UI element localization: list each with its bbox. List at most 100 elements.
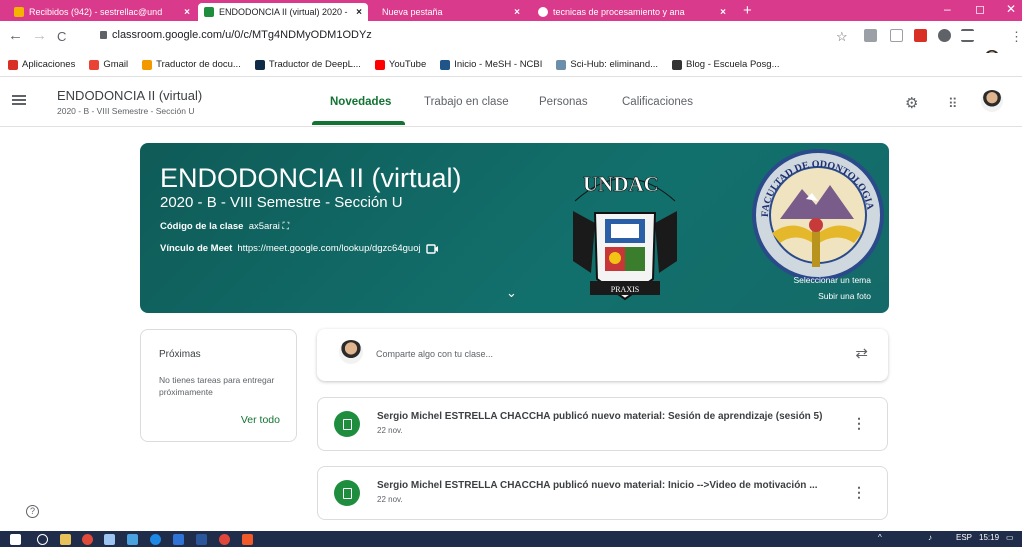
bookmark-translator-docs[interactable]: Traductor de docu... [142, 59, 241, 70]
notifications-icon[interactable]: ▭ [1006, 533, 1014, 542]
bookmark-label: Blog - Escuela Posg... [686, 59, 780, 70]
scihub-icon [556, 59, 567, 70]
bookmark-label: Aplicaciones [22, 59, 76, 70]
tab-title: Nueva pestaña [382, 7, 443, 17]
video-camera-icon[interactable] [425, 243, 439, 254]
back-button[interactable]: ← [8, 27, 23, 44]
fullscreen-icon[interactable]: ⛶ [283, 221, 290, 232]
chrome-icon[interactable] [82, 534, 93, 545]
post-date: 22 nov. [377, 495, 403, 504]
bookmarks-bar: Aplicaciones Gmail Traductor de docu... … [0, 53, 1022, 77]
deepl-icon [254, 59, 265, 70]
meet-link-label: Vínculo de Meet [160, 243, 233, 254]
bookmark-mesh[interactable]: Inicio - MeSH - NCBI [440, 59, 542, 70]
announcement-composer[interactable]: Comparte algo con tu clase... ⇄ [317, 329, 888, 381]
tab-classwork[interactable]: Trabajo en clase [424, 96, 509, 108]
maximize-button[interactable]: ◻ [975, 2, 985, 16]
browser-tab-classroom[interactable]: ENDODONCIA II (virtual) 2020 - × [198, 3, 368, 21]
classroom-favicon-icon [204, 7, 214, 17]
repost-icon[interactable]: ⇄ [855, 344, 868, 362]
university-crest-logo: UNDAC PRAXIS [573, 172, 677, 301]
bookmark-youtube[interactable]: YouTube [374, 59, 426, 70]
post-title[interactable]: Sergio Michel ESTRELLA CHACCHA publicó n… [377, 411, 822, 422]
bookmark-label: Traductor de docu... [156, 59, 241, 70]
view-all-link[interactable]: Ver todo [241, 414, 280, 426]
extension-icon[interactable] [864, 29, 877, 42]
close-window-button[interactable]: ✕ [1006, 2, 1016, 16]
browser-tab-google-search[interactable]: tecnicas de procesamiento y ana × [532, 3, 732, 21]
tray-chevron-icon[interactable]: ^ [878, 533, 882, 542]
expand-chevron-icon[interactable]: ⌄ [506, 285, 517, 301]
help-icon[interactable]: ? [26, 505, 39, 518]
chrome-icon[interactable] [219, 534, 230, 545]
meet-link-url[interactable]: https://meet.google.com/lookup/dgzc64guo… [237, 243, 420, 254]
reading-list-icon[interactable] [961, 29, 974, 42]
minimize-button[interactable]: – [944, 2, 951, 16]
upload-photo-link[interactable]: Subir una foto [818, 291, 871, 301]
app-icon[interactable] [173, 534, 184, 545]
faculty-seal-logo: FACULTAD DE ODONTOLOGIA [752, 149, 884, 281]
post-title[interactable]: Sergio Michel ESTRELLA CHACCHA publicó n… [377, 480, 818, 491]
tab-title: ENDODONCIA II (virtual) 2020 - [219, 7, 348, 17]
account-avatar[interactable] [981, 90, 1003, 112]
puzzle-icon[interactable] [938, 29, 951, 42]
class-name[interactable]: ENDODONCIA II (virtual) [57, 88, 202, 103]
volume-icon[interactable]: ♪ [928, 533, 932, 542]
lock-icon [100, 31, 107, 39]
store-icon[interactable] [60, 534, 71, 545]
upcoming-empty-message: No tienes tareas para entregar próximame… [159, 375, 275, 397]
bookmark-label: Traductor de DeepL... [268, 59, 361, 70]
more-options-icon[interactable]: ⋮ [852, 415, 866, 432]
reload-button[interactable]: C [57, 29, 66, 44]
class-section: 2020 - B - VIII Semestre - Sección U [57, 106, 195, 116]
extension-icon[interactable] [914, 29, 927, 42]
url-field[interactable]: classroom.google.com/u/0/c/MTg4NDMyODM1O… [100, 29, 372, 41]
upcoming-title: Próximas [159, 349, 201, 360]
browser-menu-icon[interactable]: ⋮ [1010, 29, 1022, 45]
bookmark-deepl[interactable]: Traductor de DeepL... [254, 59, 361, 70]
windows-start-icon[interactable] [10, 534, 21, 545]
main-menu-icon[interactable] [12, 93, 26, 107]
mail-icon[interactable] [104, 534, 115, 545]
tab-grades[interactable]: Calificaciones [622, 96, 693, 108]
app-icon[interactable] [242, 534, 253, 545]
bookmark-star-icon[interactable]: ☆ [836, 29, 848, 45]
more-options-icon[interactable]: ⋮ [852, 484, 866, 501]
post-date: 22 nov. [377, 426, 403, 435]
composer-placeholder[interactable]: Comparte algo con tu clase... [376, 349, 493, 359]
photos-icon[interactable] [127, 534, 138, 545]
browser-tab-gmail[interactable]: Recibidos (942) - sestrellac@und × [8, 3, 196, 21]
gmail-icon [89, 59, 100, 70]
settings-gear-icon[interactable]: ⚙ [905, 94, 918, 112]
class-code-value[interactable]: ax5arai [249, 221, 280, 232]
translate-icon [142, 59, 153, 70]
search-icon[interactable] [37, 534, 48, 545]
new-tab-button[interactable]: + [743, 2, 752, 19]
bookmark-scihub[interactable]: Sci-Hub: eliminand... [556, 59, 658, 70]
tab-people[interactable]: Personas [539, 96, 588, 108]
apps-grid-icon[interactable]: ⠿ [948, 96, 958, 112]
bookmark-blog[interactable]: Blog - Escuela Posg... [672, 59, 780, 70]
meet-link: Vínculo de Meet https://meet.google.com/… [160, 243, 439, 254]
close-tab-icon[interactable]: × [514, 7, 520, 18]
browser-tab-new[interactable]: Nueva pestaña × [376, 3, 526, 21]
material-icon [334, 480, 360, 506]
windows-taskbar: ^ ♪ ESP 15:19 ▭ [0, 531, 1022, 547]
user-avatar [339, 340, 363, 364]
word-icon[interactable] [196, 534, 207, 545]
bookmark-gmail[interactable]: Gmail [89, 59, 128, 70]
close-tab-icon[interactable]: × [184, 7, 190, 18]
forward-button[interactable]: → [32, 27, 47, 44]
close-tab-icon[interactable]: × [356, 7, 362, 18]
stream-post[interactable]: Sergio Michel ESTRELLA CHACCHA publicó n… [317, 397, 888, 451]
bookmark-apps[interactable]: Aplicaciones [8, 59, 75, 70]
clock[interactable]: 15:19 [979, 533, 999, 542]
select-theme-link[interactable]: Seleccionar un tema [794, 275, 872, 285]
close-tab-icon[interactable]: × [720, 7, 726, 18]
language-indicator[interactable]: ESP [956, 533, 972, 542]
extension-icon[interactable] [890, 29, 903, 42]
tab-stream[interactable]: Novedades [330, 96, 391, 108]
stream-post[interactable]: Sergio Michel ESTRELLA CHACCHA publicó n… [317, 466, 888, 520]
svg-text:PRAXIS: PRAXIS [611, 285, 639, 294]
edge-icon[interactable] [150, 534, 161, 545]
